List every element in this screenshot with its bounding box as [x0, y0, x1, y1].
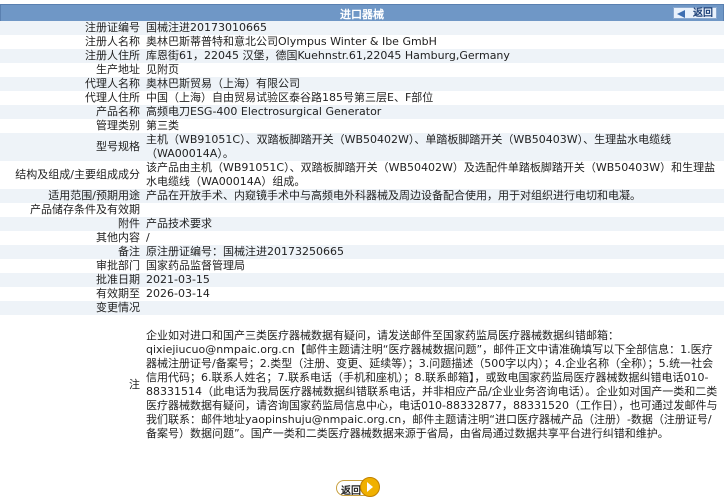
field-value: 库恩街61，22045 汉堡，德国Kuehnstr.61,22045 Hambu… — [143, 49, 724, 63]
field-value: 原注册证编号：国械注进20173250665 — [143, 245, 724, 259]
field-label: 变更情况 — [0, 301, 143, 315]
row-agent-address: 代理人住所 中国（上海）自由贸易试验区泰谷路185号第三层E、F部位 — [0, 91, 724, 105]
field-value: 国械注进20173010665 — [143, 21, 724, 35]
row-agent-name: 代理人名称 奥林巴斯贸易（上海）有限公司 — [0, 77, 724, 91]
row-attachment: 附件 产品技术要求 — [0, 217, 724, 231]
field-value: 主机（WB91051C）、双踏板脚踏开关（WB50402W）、单踏板脚踏开关（W… — [143, 133, 724, 161]
field-label: 附件 — [0, 217, 143, 231]
field-label: 有效期至 — [0, 287, 143, 301]
field-value: 中国（上海）自由贸易试验区泰谷路185号第三层E、F部位 — [143, 91, 724, 105]
row-intended-use: 适用范围/预期用途 产品在开放手术、内窥镜手术中与高频电外科器械及周边设备配合使… — [0, 189, 724, 203]
row-product-name: 产品名称 高频电刀ESG-400 Electrosurgical Generat… — [0, 105, 724, 119]
field-label: 结构及组成/主要组成成分 — [0, 161, 143, 189]
row-remark: 备注 原注册证编号：国械注进20173250665 — [0, 245, 724, 259]
field-value: 2026-03-14 — [143, 287, 724, 301]
field-value — [143, 301, 724, 315]
field-label: 生产地址 — [0, 63, 143, 77]
title-bar: 进口器械 返回 — [0, 4, 724, 22]
field-label: 审批部门 — [0, 259, 143, 273]
field-value: 奥林巴斯贸易（上海）有限公司 — [143, 77, 724, 91]
field-label: 产品储存条件及有效期 — [0, 203, 143, 217]
row-storage: 产品储存条件及有效期 — [0, 203, 724, 217]
row-management-class: 管理类别 第三类 — [0, 119, 724, 133]
row-reg-number: 注册证编号 国械注进20173010665 — [0, 21, 724, 35]
field-label: 型号规格 — [0, 133, 143, 161]
back-button-top[interactable]: 返回 — [673, 7, 717, 19]
field-value: 产品在开放手术、内窥镜手术中与高频电外科器械及周边设备配合使用，用于对组织进行电… — [143, 189, 724, 203]
field-label: 注册人住所 — [0, 49, 143, 63]
field-label: 注册人名称 — [0, 35, 143, 49]
play-arrow-icon — [360, 477, 380, 497]
field-label: 其他内容 — [0, 231, 143, 245]
field-label: 备注 — [0, 245, 143, 259]
field-label: 注册证编号 — [0, 21, 143, 35]
field-value — [143, 203, 724, 217]
row-change: 变更情况 — [0, 301, 724, 315]
row-model-spec: 型号规格 主机（WB91051C）、双踏板脚踏开关（WB50402W）、单踏板脚… — [0, 133, 724, 161]
row-registrant-name: 注册人名称 奥林巴斯蒂普特和意北公司Olympus Winter & Ibe G… — [0, 35, 724, 49]
field-value: 见附页 — [143, 63, 724, 77]
field-label: 产品名称 — [0, 105, 143, 119]
back-button-bottom[interactable]: 返回 — [336, 477, 380, 497]
row-other: 其他内容 / — [0, 231, 724, 245]
field-label: 注 — [0, 315, 143, 455]
row-valid-until: 有效期至 2026-03-14 — [0, 287, 724, 301]
row-approval-dept: 审批部门 国家药品监督管理局 — [0, 259, 724, 273]
detail-table: 注册证编号 国械注进20173010665 注册人名称 奥林巴斯蒂普特和意北公司… — [0, 21, 724, 455]
field-label: 代理人名称 — [0, 77, 143, 91]
field-value: 国家药品监督管理局 — [143, 259, 724, 273]
back-arrow-icon — [677, 10, 685, 18]
field-label: 批准日期 — [0, 273, 143, 287]
row-structure: 结构及组成/主要组成成分 该产品由主机（WB91051C）、双踏板脚踏开关（WB… — [0, 161, 724, 189]
field-value: 奥林巴斯蒂普特和意北公司Olympus Winter & Ibe GmbH — [143, 35, 724, 49]
note-text: 企业如对进口和国产三类医疗器械数据有疑问，请发送邮件至国家药监局医疗器械数据纠错… — [146, 329, 718, 440]
field-label: 适用范围/预期用途 — [0, 189, 143, 203]
row-production-address: 生产地址 见附页 — [0, 63, 724, 77]
row-approval-date: 批准日期 2021-03-15 — [0, 273, 724, 287]
field-label: 管理类别 — [0, 119, 143, 133]
field-value: 2021-03-15 — [143, 273, 724, 287]
back-button-bottom-label: 返回 — [341, 486, 361, 497]
back-button-label: 返回 — [693, 8, 713, 19]
row-note: 注 企业如对进口和国产三类医疗器械数据有疑问，请发送邮件至国家药监局医疗器械数据… — [0, 315, 724, 455]
row-registrant-address: 注册人住所 库恩街61，22045 汉堡，德国Kuehnstr.61,22045… — [0, 49, 724, 63]
field-value: 企业如对进口和国产三类医疗器械数据有疑问，请发送邮件至国家药监局医疗器械数据纠错… — [143, 315, 724, 455]
field-value: 产品技术要求 — [143, 217, 724, 231]
field-label: 代理人住所 — [0, 91, 143, 105]
field-value: / — [143, 231, 724, 245]
field-value: 高频电刀ESG-400 Electrosurgical Generator — [143, 105, 724, 119]
page-title: 进口器械 — [340, 8, 384, 21]
field-value: 第三类 — [143, 119, 724, 133]
field-value: 该产品由主机（WB91051C）、双踏板脚踏开关（WB50402W）及选配件单踏… — [143, 161, 724, 189]
